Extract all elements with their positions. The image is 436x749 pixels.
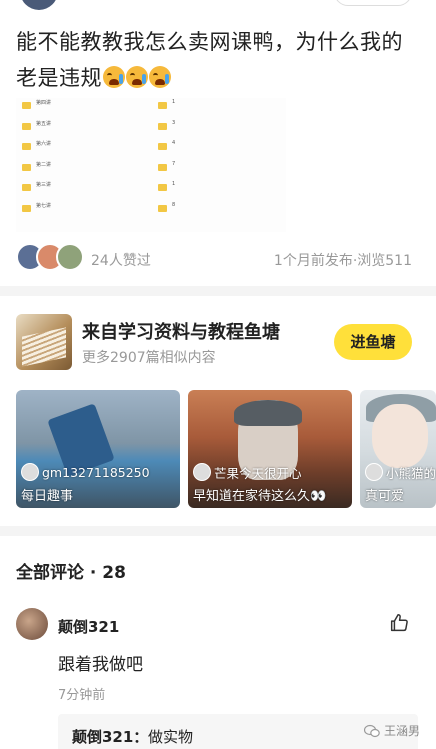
join-pond-button[interactable]: 进鱼塘 [334, 324, 412, 360]
file-row: 1 [152, 180, 282, 201]
avatar [193, 463, 211, 481]
video-card[interactable]: 芒果今天很开心 早知道在家待这么久👀 [188, 390, 352, 508]
folder-icon [22, 163, 31, 171]
file-row: 第三讲 [16, 180, 146, 201]
section-divider [0, 526, 436, 536]
comment-text: 跟着我做吧 [58, 655, 143, 675]
pond-thumbnail[interactable] [16, 314, 72, 370]
commenter-name[interactable]: 颠倒321 [58, 616, 119, 637]
file-row: 7 [152, 160, 282, 181]
likes-row: 24人赞过 1个月前发布·浏览511 [0, 240, 436, 276]
avatar [365, 463, 383, 481]
avatar [21, 463, 39, 481]
thumbs-up-icon[interactable] [388, 612, 410, 634]
file-list-right-column: 1 3 4 7 1 8 [152, 98, 282, 221]
video-card[interactable]: gm13271185250 每日趣事 [16, 390, 180, 508]
post-content: 能不能教教我怎么卖网课鸭，为什么我的老是违规 [16, 24, 420, 96]
file-row: 1 [152, 98, 282, 119]
folder-icon [158, 102, 167, 109]
folder-icon [22, 143, 31, 150]
follow-button[interactable] [334, 0, 412, 6]
post-image-file-list[interactable]: 第四讲 第五讲 第六讲 第二讲 第三讲 第七讲 1 3 4 7 1 8 [16, 98, 286, 232]
crying-emoji-icon [103, 66, 125, 88]
video-card[interactable]: 小熊猫的 真可爱 [360, 390, 436, 508]
reply-text: 做实物 [148, 728, 194, 746]
folder-icon [22, 102, 31, 109]
folder-icon [158, 184, 167, 191]
video-title: 真可爱 [365, 489, 405, 504]
file-list-left-column: 第四讲 第五讲 第六讲 第二讲 第三讲 第七讲 [16, 98, 146, 221]
file-row: 3 [152, 119, 282, 140]
likes-count[interactable]: 24人赞过 [91, 250, 151, 270]
author-avatar[interactable] [20, 0, 58, 10]
folder-icon [158, 204, 167, 212]
file-row: 第五讲 [16, 119, 146, 140]
liker-avatar[interactable] [56, 243, 84, 271]
file-row: 8 [152, 201, 282, 222]
file-row: 第四讲 [16, 98, 146, 119]
video-author: 小熊猫的 [365, 462, 436, 482]
file-row: 第二讲 [16, 160, 146, 181]
comments-header: 全部评论 · 28 [16, 563, 126, 583]
post-meta: 1个月前发布·浏览511 [273, 253, 412, 269]
watermark-text: 王涵男 [384, 724, 421, 738]
folder-icon [158, 122, 167, 130]
folder-icon [22, 184, 31, 191]
reply-author: 颠倒321： [72, 728, 149, 746]
folder-icon [22, 122, 31, 130]
post-author-row [0, 0, 436, 10]
video-title: 每日趣事 [21, 489, 74, 504]
post-text: 能不能教教我怎么卖网课鸭，为什么我的老是违规 [16, 30, 403, 90]
file-row: 第七讲 [16, 201, 146, 222]
wechat-icon [364, 724, 380, 737]
crying-emoji-icon [149, 66, 171, 88]
pond-title[interactable]: 来自学习资料与教程鱼塘 [82, 318, 280, 344]
pond-subtitle: 更多2907篇相似内容 [82, 350, 216, 366]
watermark: 王涵男 [364, 722, 420, 739]
folder-icon [22, 204, 31, 212]
crying-emoji-icon [126, 66, 148, 88]
folder-icon [158, 143, 167, 150]
section-divider [0, 286, 436, 296]
commenter-avatar[interactable] [16, 608, 48, 640]
video-title: 早知道在家待这么久👀 [193, 489, 327, 504]
file-row: 第六讲 [16, 139, 146, 160]
file-row: 4 [152, 139, 282, 160]
comment-time: 7分钟前 [58, 688, 106, 703]
folder-icon [158, 163, 167, 171]
video-author: gm13271185250 [21, 462, 150, 482]
video-author: 芒果今天很开心 [193, 462, 302, 482]
